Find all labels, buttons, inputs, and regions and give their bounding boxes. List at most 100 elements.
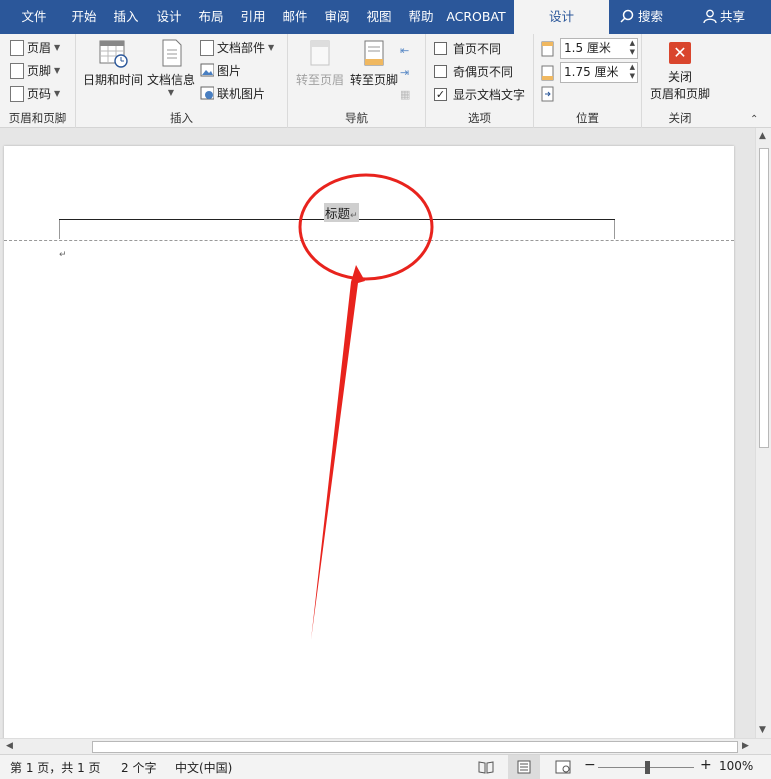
person-icon bbox=[703, 9, 717, 24]
tab-mailings[interactable]: 邮件 bbox=[275, 0, 315, 34]
group-close: ✕ 关闭 页眉和页脚 关闭 bbox=[642, 34, 718, 128]
close-header-footer-button[interactable]: ✕ 关闭 页眉和页脚 bbox=[644, 38, 716, 102]
horizontal-scroll-thumb[interactable] bbox=[92, 741, 738, 753]
previous-icon[interactable]: ⇤ bbox=[400, 40, 410, 62]
date-time-button[interactable]: 日期和时间 bbox=[80, 38, 146, 88]
footer-bottom-spinner[interactable]: 1.75 厘米 ▲ ▼ bbox=[540, 62, 638, 83]
show-text-checkbox[interactable]: ✓ bbox=[434, 87, 447, 101]
tab-home[interactable]: 开始 bbox=[64, 0, 104, 34]
next-icon[interactable]: ⇥ bbox=[400, 62, 410, 84]
goto-header-button[interactable]: 转至页眉 bbox=[292, 38, 348, 88]
spin-arrows-icon[interactable]: ▲ ▼ bbox=[630, 63, 635, 81]
header-text-content: 标题 bbox=[325, 206, 351, 221]
document-icon bbox=[162, 39, 182, 67]
online-picture-button[interactable]: 联机图片 bbox=[200, 84, 265, 104]
document-info-label: 文档信息 bbox=[146, 73, 195, 87]
print-layout-view[interactable] bbox=[508, 755, 540, 779]
group-label: 插入 bbox=[170, 111, 193, 125]
show-text-label: 显示文档文字 bbox=[453, 87, 526, 102]
header-label: 页眉 bbox=[27, 41, 52, 55]
zoom-in-button[interactable]: + bbox=[700, 757, 712, 773]
close-icon: ✕ bbox=[669, 42, 691, 64]
footer-button[interactable]: 页脚 ▼ bbox=[10, 61, 60, 81]
group-options: 首页不同 奇偶页不同 ✓ 显示文档文字 选项 bbox=[426, 34, 534, 128]
goto-header-label: 转至页眉 bbox=[295, 73, 344, 87]
horizontal-scrollbar[interactable]: ◀ ▶ bbox=[0, 738, 771, 754]
chevron-down-icon: ▼ bbox=[268, 43, 275, 52]
spin-arrows-icon[interactable]: ▲ ▼ bbox=[630, 39, 635, 57]
document-info-button[interactable]: 文档信息 ▼ bbox=[146, 38, 196, 97]
paragraph-mark: ↵ bbox=[350, 211, 358, 221]
search-label: 搜索 bbox=[638, 9, 664, 24]
scroll-right-icon[interactable]: ▶ bbox=[742, 741, 749, 751]
odd-even-different-option[interactable]: 奇偶页不同 bbox=[434, 62, 513, 80]
share-button[interactable]: 共享 bbox=[703, 0, 745, 34]
header-button[interactable]: 页眉 ▼ bbox=[10, 38, 60, 58]
vertical-scrollbar[interactable]: ▲ ▼ bbox=[755, 128, 771, 738]
language-indicator[interactable]: 中文(中国) bbox=[175, 759, 232, 776]
read-mode-icon[interactable] bbox=[478, 760, 494, 774]
footer-label: 页脚 bbox=[27, 64, 52, 78]
tab-layout[interactable]: 布局 bbox=[191, 0, 231, 34]
header-icon bbox=[10, 40, 24, 56]
group-position: 1.5 厘米 ▲ ▼ 1.75 厘米 ▲ ▼ 位置 bbox=[534, 34, 642, 128]
vertical-scroll-thumb[interactable] bbox=[759, 148, 769, 448]
chevron-down-icon: ▼ bbox=[54, 89, 61, 98]
tab-file[interactable]: 文件 bbox=[12, 0, 56, 34]
tab-insert[interactable]: 插入 bbox=[106, 0, 146, 34]
header-text[interactable]: 标题↵ bbox=[324, 203, 359, 222]
footer-bottom-value: 1.75 厘米 bbox=[564, 65, 619, 79]
group-label: 选项 bbox=[468, 111, 491, 125]
online-picture-icon bbox=[200, 86, 214, 100]
tab-help[interactable]: 帮助 bbox=[401, 0, 441, 34]
page-number-button[interactable]: 页码 ▼ bbox=[10, 84, 60, 104]
scroll-down-icon[interactable]: ▼ bbox=[759, 725, 766, 735]
tab-acrobat[interactable]: ACROBAT bbox=[442, 0, 510, 34]
header-top-spinner[interactable]: 1.5 厘米 ▲ ▼ bbox=[540, 38, 638, 59]
page-number-label: 页码 bbox=[27, 87, 52, 101]
chevron-down-icon: ▼ bbox=[54, 66, 61, 75]
odd-even-checkbox[interactable] bbox=[434, 64, 447, 78]
zoom-slider-thumb[interactable] bbox=[645, 761, 650, 774]
tab-references[interactable]: 引用 bbox=[233, 0, 273, 34]
group-insert: 日期和时间 文档信息 ▼ 文档部件 ▼ 图片 联机图片 插入 bbox=[76, 34, 288, 128]
first-page-different-option[interactable]: 首页不同 bbox=[434, 39, 501, 57]
word-count[interactable]: 2 个字 bbox=[121, 759, 156, 776]
page-count[interactable]: 第 1 页，共 1 页 bbox=[10, 759, 101, 776]
margin-corner-right bbox=[614, 219, 615, 239]
group-header-footer: 页眉 ▼ 页脚 ▼ 页码 ▼ 页眉和页脚 bbox=[0, 34, 76, 128]
tab-header-footer-design[interactable]: 设计 bbox=[514, 0, 609, 34]
footer-icon bbox=[10, 63, 24, 79]
web-layout-icon[interactable] bbox=[555, 760, 571, 774]
picture-icon bbox=[200, 63, 214, 77]
close-label-line2: 页眉和页脚 bbox=[649, 87, 710, 101]
scroll-up-icon[interactable]: ▲ bbox=[759, 131, 766, 141]
chevron-down-icon: ▼ bbox=[167, 88, 175, 97]
collapse-ribbon-icon[interactable]: ⌃ bbox=[750, 114, 758, 125]
document-parts-icon bbox=[200, 40, 214, 56]
link-previous-icon[interactable]: ▦ bbox=[400, 84, 410, 106]
document-page[interactable]: 标题↵ ↵ bbox=[4, 146, 734, 738]
group-label: 位置 bbox=[576, 111, 599, 125]
show-document-text-option[interactable]: ✓ 显示文档文字 bbox=[434, 85, 525, 103]
zoom-out-button[interactable]: − bbox=[584, 757, 596, 773]
tab-review[interactable]: 审阅 bbox=[317, 0, 357, 34]
first-page-checkbox[interactable] bbox=[434, 41, 447, 55]
picture-button[interactable]: 图片 bbox=[200, 61, 241, 81]
date-time-label: 日期和时间 bbox=[82, 73, 143, 87]
footer-bottom-field[interactable]: 1.75 厘米 ▲ ▼ bbox=[560, 62, 638, 83]
margin-corner-left bbox=[59, 219, 60, 239]
chevron-down-icon: ▼ bbox=[54, 43, 61, 52]
group-label: 导航 bbox=[345, 111, 368, 125]
tab-view[interactable]: 视图 bbox=[359, 0, 399, 34]
header-top-field[interactable]: 1.5 厘米 ▲ ▼ bbox=[560, 38, 638, 59]
scroll-left-icon[interactable]: ◀ bbox=[6, 741, 13, 751]
alignment-tab-icon[interactable] bbox=[540, 86, 556, 102]
zoom-level[interactable]: 100% bbox=[719, 759, 753, 773]
calendar-icon bbox=[99, 40, 128, 68]
search-button[interactable]: 搜索 bbox=[620, 0, 663, 34]
tab-design[interactable]: 设计 bbox=[149, 0, 189, 34]
document-parts-button[interactable]: 文档部件 ▼ bbox=[200, 38, 274, 58]
goto-footer-button[interactable]: 转至页脚 bbox=[346, 38, 402, 88]
search-icon bbox=[620, 9, 634, 23]
